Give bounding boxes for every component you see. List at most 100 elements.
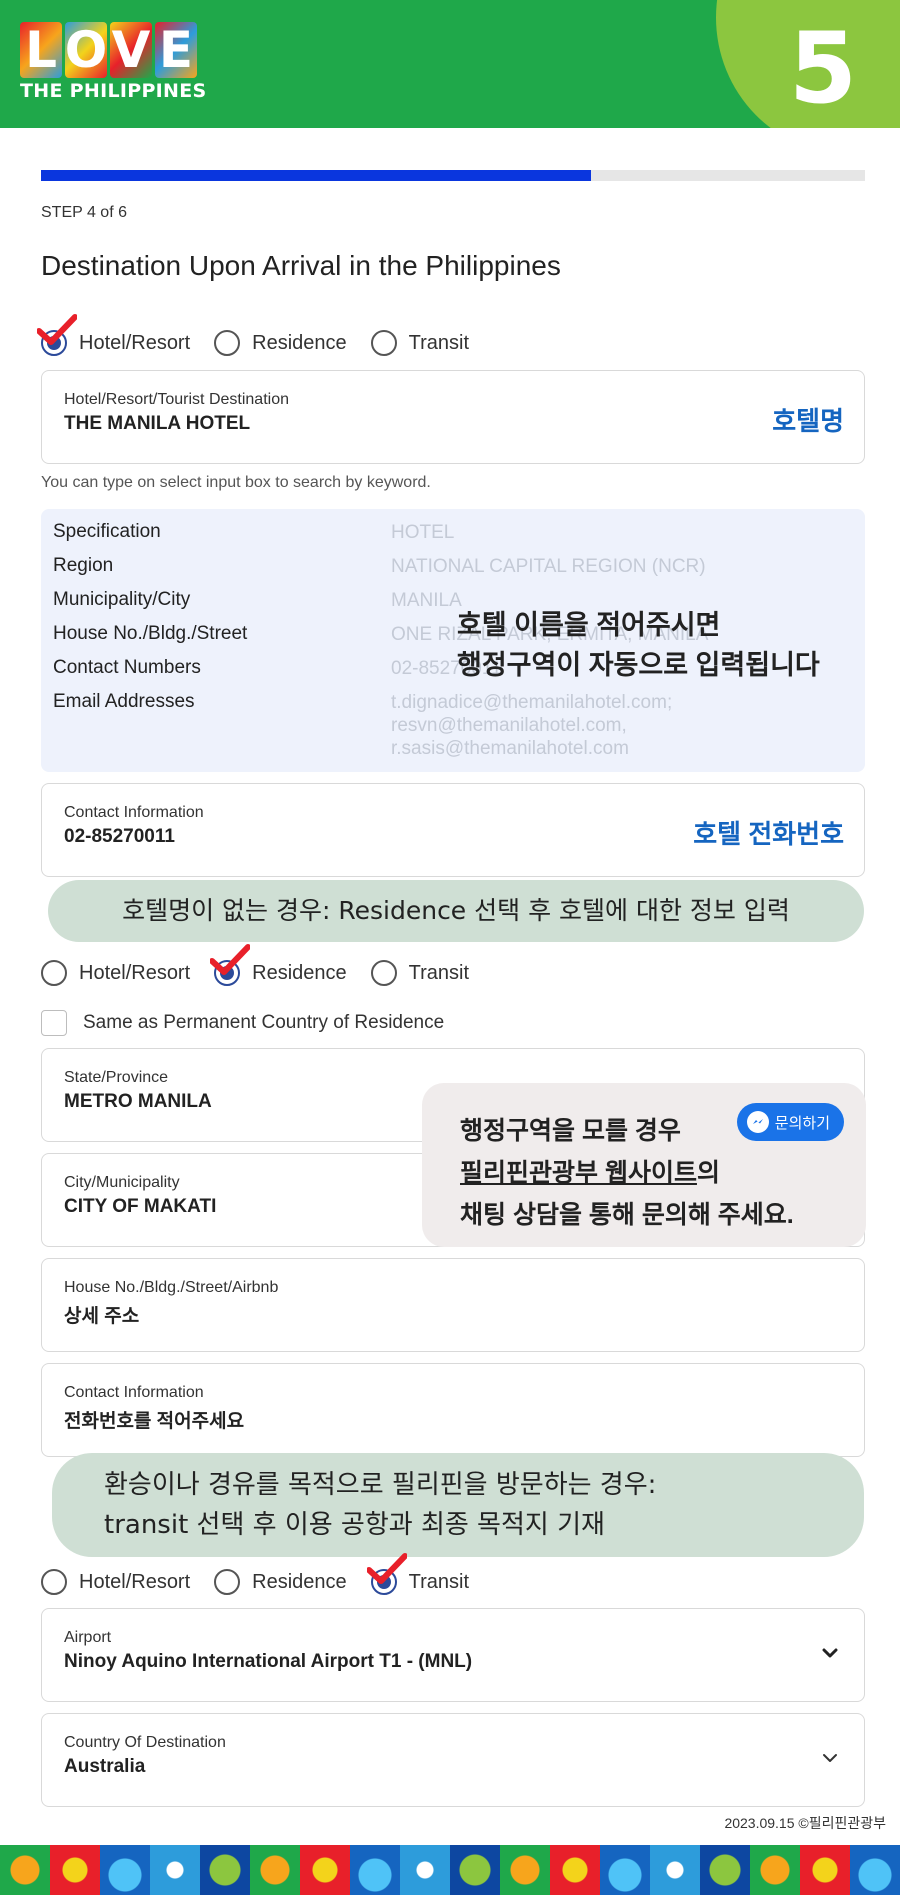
field-value: THE MANILA HOTEL (64, 413, 251, 434)
logo-letter: L (20, 21, 62, 79)
radio-label: Residence (252, 961, 347, 984)
korean-overlay-text: 호텔 이름을 적어주시면 행정구역이 자동으로 입력됩니다 (457, 605, 820, 685)
pattern-tile (800, 1845, 850, 1895)
airport-select[interactable]: Airport Ninoy Aquino International Airpo… (41, 1608, 865, 1702)
search-hint: You can type on select input box to sear… (41, 474, 431, 491)
pill-line: transit 선택 후 이용 공항과 최종 목적지 기재 (104, 1510, 605, 1540)
progress-bar (41, 170, 865, 181)
destination-type-radio-group-3: Hotel/Resort Residence Transit (41, 1553, 493, 1595)
field-label: Country Of Destination (64, 1734, 226, 1751)
radio-label: Hotel/Resort (79, 1570, 191, 1593)
pattern-tile (350, 1845, 400, 1895)
chat-inquiry-button[interactable]: 문의하기 (736, 1103, 844, 1141)
note-line: 필리핀관광부 웹사이트의 (460, 1153, 720, 1189)
radio-label: Hotel/Resort (79, 331, 191, 354)
field-value: METRO MANILA (64, 1091, 212, 1112)
country-of-destination-select[interactable]: Country Of Destination Australia (41, 1713, 865, 1807)
radio-transit[interactable]: Transit (370, 960, 469, 986)
field-label: House No./Bldg./Street/Airbnb (64, 1279, 279, 1296)
radio-label: Hotel/Resort (79, 961, 191, 984)
field-label: Airport (64, 1629, 112, 1646)
footer-date-credit: 2023.09.15 ©필리핀관광부 (724, 1815, 886, 1831)
chat-button-label: 문의하기 (774, 1114, 830, 1132)
pattern-tile (400, 1845, 450, 1895)
love-the-philippines-logo: L O V E THE PHILIPPINES (20, 21, 210, 106)
radio-residence[interactable]: Residence (214, 1569, 347, 1595)
page-title: Destination Upon Arrival in the Philippi… (41, 250, 561, 281)
radio-transit[interactable]: Transit (370, 330, 469, 356)
step-label: STEP 4 of 6 (41, 204, 127, 221)
tourism-website-link[interactable]: 필리핀관광부 웹사이트 (460, 1159, 697, 1187)
spec-label: Email Addresses (53, 691, 195, 712)
radio-transit[interactable]: Transit (366, 1553, 470, 1595)
spec-label: Region (53, 555, 114, 576)
field-label: State/Province (64, 1069, 169, 1086)
pattern-tile (200, 1845, 250, 1895)
field-value: 02-85270011 (64, 826, 175, 847)
field-value: CITY OF MAKATI (64, 1196, 217, 1217)
radio-residence[interactable]: Residence (210, 944, 347, 986)
same-as-permanent-checkbox[interactable] (41, 1010, 67, 1036)
radio-button[interactable] (370, 330, 397, 356)
red-check-icon (37, 314, 77, 345)
korean-annotation: 호텔명 (772, 406, 844, 436)
spec-label: Contact Numbers (53, 657, 201, 678)
korean-annotation: 호텔 전화번호 (693, 819, 844, 849)
radio-label: Residence (252, 1570, 347, 1593)
red-check-icon (366, 1553, 407, 1584)
pattern-tile (500, 1845, 550, 1895)
annotation-pill-residence: 호텔명이 없는 경우: Residence 선택 후 호텔에 대한 정보 입력 (48, 880, 864, 942)
spec-label: Specification (53, 521, 161, 542)
same-as-permanent-checkbox-row[interactable]: Same as Permanent Country of Residence (41, 1010, 444, 1036)
overlay-line: 호텔 이름을 적어주시면 (457, 610, 721, 640)
spec-value: NATIONAL CAPITAL REGION (NCR) (391, 556, 706, 577)
pattern-tile (650, 1845, 700, 1895)
radio-hotel-resort[interactable]: Hotel/Resort (37, 314, 191, 356)
radio-residence[interactable]: Residence (214, 330, 347, 356)
radio-hotel-resort[interactable]: Hotel/Resort (41, 960, 190, 986)
decorative-footer-pattern (0, 1845, 900, 1895)
spec-value: MANILA (391, 590, 462, 611)
spec-value: resvn@themanilahotel.com, (391, 715, 627, 736)
pattern-tile (0, 1845, 50, 1895)
hotel-specification-panel: Specification HOTEL Region NATIONAL CAPI… (41, 509, 865, 772)
radio-button[interactable] (41, 1569, 67, 1595)
field-label: Contact Information (64, 1384, 204, 1401)
note-line: 행정구역을 모를 경우 (460, 1117, 681, 1145)
field-label: City/Municipality (64, 1174, 180, 1191)
field-value: Ninoy Aquino International Airport T1 - … (64, 1651, 473, 1672)
field-value: 전화번호를 적어주세요 (64, 1411, 245, 1432)
logo-letter: V (110, 21, 152, 79)
note-line: 채팅 상담을 통해 문의해 주세요. (460, 1201, 794, 1229)
header: L O V E THE PHILIPPINES 5 (0, 0, 900, 128)
pattern-tile (250, 1845, 300, 1895)
spec-value: r.sasis@themanilahotel.com (391, 738, 629, 759)
radio-label: Transit (408, 1570, 470, 1593)
radio-button[interactable] (41, 960, 67, 986)
hotel-destination-field[interactable]: Hotel/Resort/Tourist Destination THE MAN… (41, 370, 865, 464)
radio-hotel-resort[interactable]: Hotel/Resort (41, 1569, 190, 1595)
pattern-tile (850, 1845, 900, 1895)
chat-inquiry-note: 행정구역을 모를 경우 필리핀관광부 웹사이트의 채팅 상담을 통해 문의해 주… (422, 1083, 866, 1247)
pattern-tile (150, 1845, 200, 1895)
logo-letter: O (64, 21, 108, 79)
pattern-tile (600, 1845, 650, 1895)
pattern-tile (50, 1845, 100, 1895)
destination-type-radio-group-2: Hotel/Resort Residence Transit (41, 944, 493, 986)
chevron-down-icon[interactable] (820, 1748, 840, 1768)
destination-type-radio-group-1: Hotel/Resort Residence Transit (37, 314, 493, 356)
pattern-tile (700, 1845, 750, 1895)
logo-subtitle: THE PHILIPPINES (20, 80, 207, 102)
radio-button[interactable] (370, 960, 397, 986)
residence-contact-field[interactable]: Contact Information 전화번호를 적어주세요 (41, 1363, 865, 1457)
pill-line: 환승이나 경유를 목적으로 필리핀을 방문하는 경우: (104, 1470, 657, 1500)
note-text: 의 (696, 1159, 720, 1187)
chevron-down-icon[interactable] (820, 1643, 840, 1663)
radio-button[interactable] (214, 1569, 241, 1595)
checkbox-label: Same as Permanent Country of Residence (83, 1012, 445, 1033)
hotel-contact-field[interactable]: Contact Information 02-85270011 호텔 전화번호 (41, 783, 865, 877)
step-badge-number: 5 (788, 12, 858, 126)
house-address-field[interactable]: House No./Bldg./Street/Airbnb 상세 주소 (41, 1258, 865, 1352)
logo-letter: E (155, 21, 197, 79)
radio-button[interactable] (214, 330, 241, 356)
